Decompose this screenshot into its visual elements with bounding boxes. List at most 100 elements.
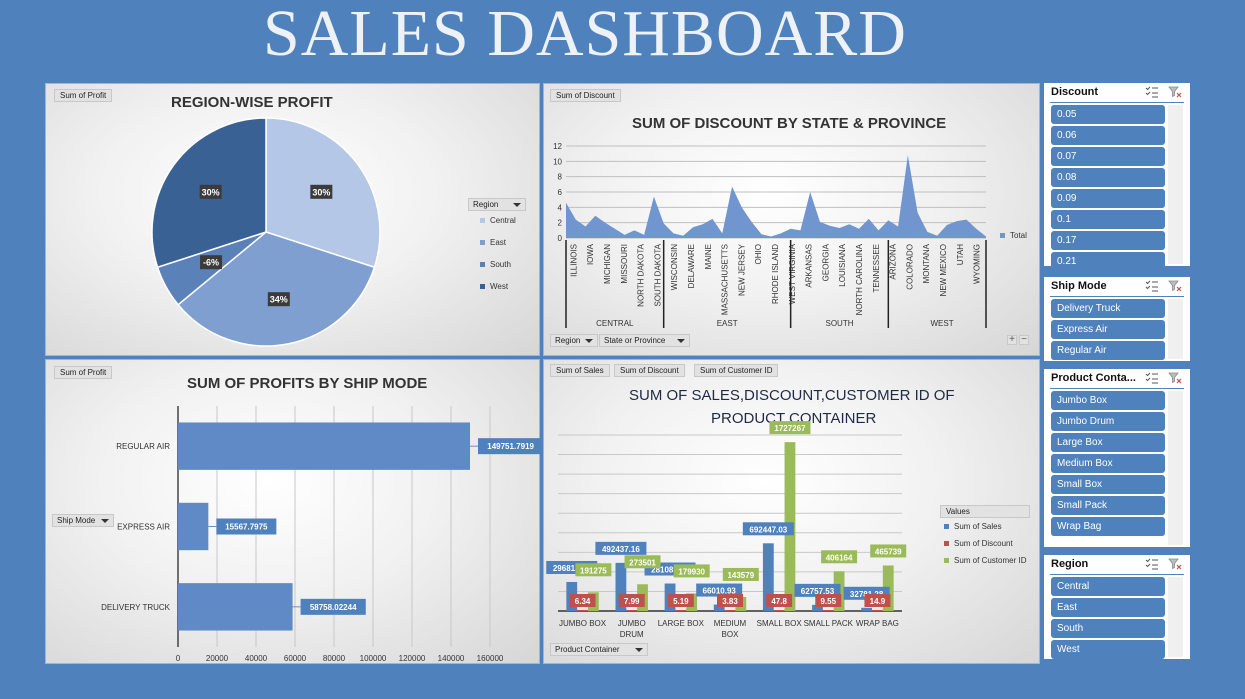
clear-filter-icon[interactable] xyxy=(1168,372,1182,384)
slicer-item[interactable]: West xyxy=(1051,640,1165,659)
state-tick-label: NORTH DAKOTA xyxy=(637,243,646,306)
svg-text:3.83: 3.83 xyxy=(722,597,738,606)
bar-sum-of-sales[interactable] xyxy=(861,607,873,611)
collapse-button[interactable]: − xyxy=(1019,335,1029,345)
category-label: WRAP BAG xyxy=(856,619,899,628)
state-tick-label: WEST VIRGINIA xyxy=(788,243,797,304)
svg-text:6.34: 6.34 xyxy=(575,597,591,606)
slicer-item[interactable]: Express Air xyxy=(1051,320,1165,339)
slicer-item[interactable]: 0.21 xyxy=(1051,252,1165,266)
expand-button[interactable]: + xyxy=(1007,335,1017,345)
region-profit-panel: Sum of Profit REGION-WISE PROFIT 30% 34% -… xyxy=(45,83,540,356)
y-tick-label: 2 xyxy=(558,219,563,228)
slicer-item[interactable]: Jumbo Box xyxy=(1051,391,1165,410)
state-tick-label: UTAH xyxy=(956,244,965,265)
bar-value-label: 58758.02244 xyxy=(292,598,366,615)
slicer-item[interactable]: South xyxy=(1051,619,1165,638)
slicer-items: Central East South West xyxy=(1051,577,1165,659)
region-group-label: SOUTH xyxy=(825,319,853,328)
slicer-scrollbar[interactable] xyxy=(1168,105,1183,264)
multi-select-icon[interactable] xyxy=(1145,86,1159,98)
legend-item-east: East xyxy=(480,238,506,247)
bar-sum-of-discount[interactable] xyxy=(822,610,834,611)
bar-sum-of-discount[interactable] xyxy=(724,610,736,611)
data-label-sum-of-discount: 3.83 xyxy=(717,594,743,607)
bar-sum-of-discount[interactable] xyxy=(872,610,883,611)
svg-text:465739: 465739 xyxy=(875,547,902,556)
state-tick-label: MASSACHUSETTS xyxy=(721,244,730,315)
product-container-axis-filter[interactable]: Product Container xyxy=(550,643,648,656)
region-legend-filter[interactable]: Region xyxy=(468,198,526,211)
slicer-scrollbar[interactable] xyxy=(1168,299,1183,359)
discount-state-panel: Sum of Discount SUM OF DISCOUNT BY STATE… xyxy=(543,83,1040,356)
slicer-scrollbar[interactable] xyxy=(1168,391,1183,545)
slicer-item[interactable]: 0.17 xyxy=(1051,231,1165,250)
category-label: MEDIUM xyxy=(714,619,747,628)
slicer-items: Delivery Truck Express Air Regular Air xyxy=(1051,299,1165,361)
data-label-sum-of-discount: 7.99 xyxy=(618,594,645,607)
slicer-item[interactable]: 0.08 xyxy=(1051,168,1165,187)
bar-sum-of-discount[interactable] xyxy=(675,610,687,611)
clear-filter-icon[interactable] xyxy=(1168,558,1182,570)
state-tick-label: OHIO xyxy=(754,244,763,264)
legend-swatch xyxy=(944,558,949,564)
ship-mode-bar[interactable] xyxy=(178,583,293,631)
data-label-sum-of-sales: 492437.16 xyxy=(595,541,647,555)
bar-sum-of-discount[interactable] xyxy=(577,610,588,611)
legend-item-sum-of-customer-id: Sum of Customer ID xyxy=(944,556,1026,565)
slicer-item[interactable]: Large Box xyxy=(1051,433,1165,452)
slicer-item[interactable]: Small Box xyxy=(1051,475,1165,494)
svg-text:34%: 34% xyxy=(270,295,288,305)
slicer-title: Region xyxy=(1051,558,1089,570)
slicer-item[interactable]: Central xyxy=(1051,577,1165,596)
multi-select-icon[interactable] xyxy=(1145,558,1159,570)
chevron-down-icon xyxy=(101,519,109,523)
slicer-item[interactable]: 0.09 xyxy=(1051,189,1165,208)
pie-label-central: 30% xyxy=(310,184,333,199)
region-axis-filter[interactable]: Region xyxy=(550,334,598,347)
discount-area[interactable] xyxy=(566,155,986,238)
slicer-item[interactable]: Small Pack xyxy=(1051,496,1165,515)
shipmode-bar-chart: 0 20000 40000 60000 80000 100000 120000 140000 1… xyxy=(101,406,541,663)
slicer-item[interactable]: Delivery Truck xyxy=(1051,299,1165,318)
clear-filter-icon[interactable] xyxy=(1168,280,1182,292)
product-container-filter-label: Product Container xyxy=(555,645,620,654)
slicer-ship-mode: Ship Mode Delivery Truck Express Air Regula… xyxy=(1044,277,1190,361)
svg-text:406164: 406164 xyxy=(826,553,853,562)
chevron-down-icon xyxy=(513,203,521,207)
category-label: EXPRESS AIR xyxy=(117,523,170,532)
slicer-item[interactable]: 0.05 xyxy=(1051,105,1165,124)
bar-sum-of-discount[interactable] xyxy=(626,610,638,611)
slicer-item[interactable]: 0.1 xyxy=(1051,210,1165,229)
multi-select-icon[interactable] xyxy=(1145,372,1159,384)
state-axis-filter[interactable]: State or Province xyxy=(599,334,690,347)
x-tick-label: 60000 xyxy=(284,654,307,663)
slicer-item[interactable]: East xyxy=(1051,598,1165,617)
total-legend-swatch xyxy=(1000,233,1005,239)
data-label-sum-of-discount: 6.34 xyxy=(569,594,596,607)
slicer-item[interactable]: Wrap Bag xyxy=(1051,517,1165,536)
bar-sum-of-discount[interactable] xyxy=(773,610,785,611)
legend-item-central: Central xyxy=(480,216,516,225)
slicer-item[interactable]: Medium Box xyxy=(1051,454,1165,473)
data-label-sum-of-sales: 692447.03 xyxy=(742,522,794,536)
slicer-item[interactable]: Regular Air xyxy=(1051,341,1165,360)
multi-select-icon[interactable] xyxy=(1145,280,1159,292)
svg-text:492437.16: 492437.16 xyxy=(602,545,640,554)
legend-label: Sum of Customer ID xyxy=(954,556,1027,565)
ship-mode-bar[interactable] xyxy=(178,502,209,551)
slicer-item[interactable]: 0.07 xyxy=(1051,147,1165,166)
category-label: JUMBO xyxy=(618,619,646,628)
ship-mode-bar[interactable] xyxy=(178,422,471,470)
pie-label-west: 30% xyxy=(199,184,222,199)
chevron-down-icon xyxy=(677,339,685,343)
slicer-item[interactable]: Jumbo Drum xyxy=(1051,412,1165,431)
slicer-items: Jumbo Box Jumbo Drum Large Box Medium Box Sm… xyxy=(1051,391,1165,538)
clear-filter-icon[interactable] xyxy=(1168,86,1182,98)
slicer-scrollbar[interactable] xyxy=(1168,577,1183,657)
legend-swatch xyxy=(480,218,485,224)
region-pie-chart: 30% 34% -6% 30% xyxy=(151,117,381,347)
slicer-header: Ship Mode xyxy=(1044,277,1190,297)
slicer-item[interactable]: 0.06 xyxy=(1051,126,1165,145)
ship-mode-axis-filter[interactable]: Ship Mode xyxy=(52,514,114,527)
